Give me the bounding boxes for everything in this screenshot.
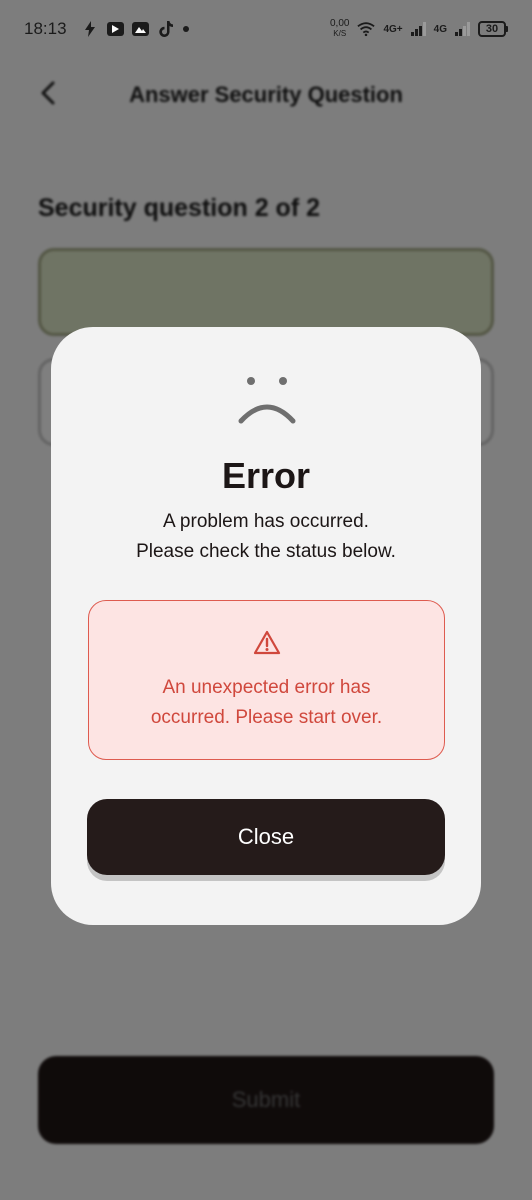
screen: Answer Security Question Security questi… [0, 0, 532, 1200]
battery-level: 30 [478, 21, 506, 37]
status-right: 0,00 K/S 4G+ 4G 30 [330, 19, 508, 39]
error-message-line: An unexpected error has [162, 677, 371, 698]
status-left: 18:13 [24, 19, 189, 39]
network-type-2: 4G [433, 23, 447, 35]
dialog-message: A problem has occurred. Please check the… [71, 507, 461, 567]
dialog-title: Error [221, 455, 311, 496]
tiktok-icon [157, 21, 175, 37]
wifi-icon [357, 21, 376, 37]
bolt-icon [81, 21, 99, 37]
network-type-1: 4G+ [383, 23, 403, 35]
status-bar: 18:13 0,00 K/S 4G+ 4G 30 [0, 0, 532, 58]
gallery-icon [131, 22, 149, 36]
dialog-message-line: Please check the status below. [136, 541, 396, 562]
warning-icon [253, 629, 281, 657]
network-speed: 0,00 K/S [330, 19, 349, 39]
youtube-icon [106, 22, 124, 36]
signal-strength-1-icon [410, 22, 426, 36]
error-alert-box: An unexpected error has occurred. Please… [88, 600, 445, 760]
error-message: An unexpected error has occurred. Please… [105, 673, 428, 733]
network-speed-unit: K/S [333, 29, 347, 38]
error-dialog: Error A problem has occurred. Please che… [51, 327, 481, 925]
signal-strength-2-icon [455, 22, 470, 36]
close-button[interactable]: Close [87, 799, 445, 875]
network-speed-value: 0,00 [330, 18, 350, 29]
error-message-line: occurred. Please start over. [150, 707, 383, 728]
status-time: 18:13 [24, 19, 67, 38]
sad-face-icon [231, 373, 301, 429]
battery-icon: 30 [478, 21, 508, 37]
dot-icon [182, 26, 189, 32]
dialog-message-line: A problem has occurred. [163, 511, 369, 532]
